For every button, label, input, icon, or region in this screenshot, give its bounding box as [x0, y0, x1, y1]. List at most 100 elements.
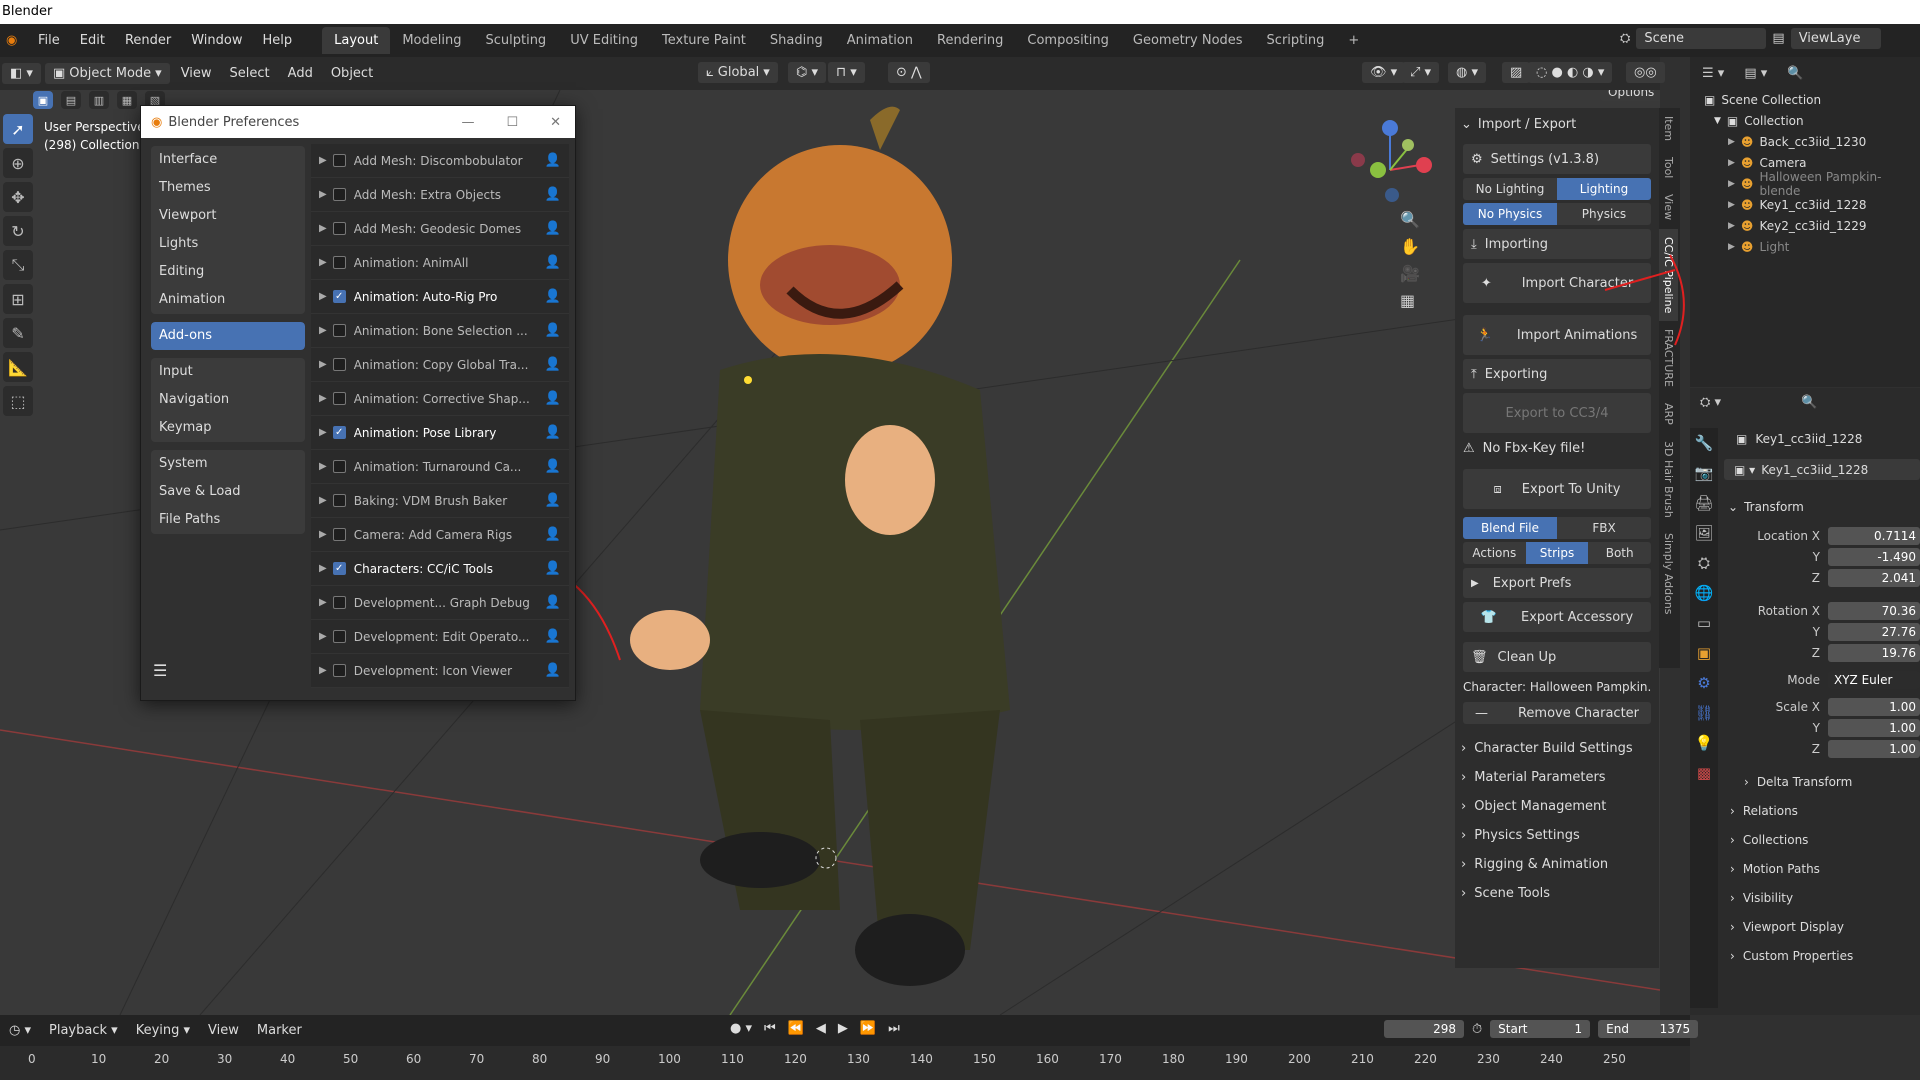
collection-props-icon[interactable]: ▭	[1690, 608, 1718, 638]
tab-shading[interactable]: Shading	[758, 27, 835, 54]
tab-sculpting[interactable]: Sculpting	[473, 27, 558, 54]
minimize-icon[interactable]: —	[461, 115, 474, 130]
property-section[interactable]: › Collections	[1724, 825, 1920, 854]
blender-logo-icon[interactable]: ◉	[0, 33, 28, 48]
section-character-build[interactable]: › Character Build Settings	[1455, 734, 1659, 763]
tab-layout[interactable]: Layout	[322, 27, 391, 54]
tab-arp[interactable]: ARP	[1659, 395, 1678, 433]
expand-triangle-icon[interactable]: ▶	[319, 359, 327, 370]
section-material-parameters[interactable]: › Material Parameters	[1455, 763, 1659, 792]
tab-rendering[interactable]: Rendering	[925, 27, 1015, 54]
rotation-x-field[interactable]: 70.36	[1828, 601, 1920, 620]
actions-option[interactable]: Actions	[1463, 542, 1526, 564]
property-section[interactable]: › Relations	[1724, 796, 1920, 825]
delta-transform-section[interactable]: › Delta Transform	[1724, 767, 1920, 796]
property-section[interactable]: › Visibility	[1724, 883, 1920, 912]
addon-checkbox[interactable]	[332, 664, 346, 677]
scene-field[interactable]: Scene	[1636, 28, 1767, 49]
expand-triangle-icon[interactable]: ▶	[319, 223, 327, 234]
addon-row[interactable]: ▶ Camera: Add Camera Rigs 👤	[311, 518, 569, 552]
addon-checkbox[interactable]: ✓	[332, 562, 346, 575]
addon-row[interactable]: ▶ Animation: Bone Selection ... 👤	[311, 314, 569, 348]
select-box-mode-icon[interactable]: ▣	[33, 91, 53, 109]
view-layer-props-icon[interactable]: 🖼	[1690, 518, 1718, 548]
nav-editing[interactable]: Editing	[151, 258, 305, 286]
gizmo-icon[interactable]: ⤢ ▾	[1402, 62, 1440, 83]
start-frame-field[interactable]: Start 1	[1490, 1020, 1591, 1038]
tab-simply-addons[interactable]: Simply Addons	[1659, 525, 1678, 623]
rotate-tool-icon[interactable]: ↻	[3, 216, 33, 246]
view-layer-icon[interactable]: ▤	[1772, 31, 1784, 46]
fbx-option[interactable]: FBX	[1557, 517, 1651, 539]
object-props-icon[interactable]: ▣	[1690, 638, 1718, 668]
pivot-icon[interactable]: ⌬ ▾	[788, 62, 827, 83]
transform-tool-icon[interactable]: ⊞	[3, 284, 33, 314]
menu-select[interactable]: Select	[221, 66, 279, 81]
tab-modeling[interactable]: Modeling	[390, 27, 473, 54]
play-icon[interactable]: ▶	[838, 1021, 848, 1036]
texture-props-icon[interactable]: ▩	[1690, 758, 1718, 788]
addon-checkbox[interactable]	[332, 358, 346, 371]
expand-triangle-icon[interactable]: ▶	[319, 291, 327, 302]
export-unity-button[interactable]: ⧈ Export To Unity	[1463, 469, 1651, 509]
rotation-z-field[interactable]: 19.76	[1828, 643, 1920, 662]
addon-checkbox[interactable]	[332, 460, 346, 473]
search-icon[interactable]: 🔍	[1787, 66, 1803, 81]
addon-checkbox[interactable]	[332, 528, 346, 541]
location-y-field[interactable]: -1.490	[1828, 547, 1920, 566]
cursor-tool-icon[interactable]: ⊕	[3, 148, 33, 178]
menu-view[interactable]: View	[172, 66, 221, 81]
addon-checkbox[interactable]	[332, 256, 346, 269]
lighting-option[interactable]: Lighting	[1557, 178, 1651, 200]
select-invert-icon[interactable]: ▦	[117, 91, 137, 109]
expand-triangle-icon[interactable]: ▶	[319, 665, 327, 676]
chevron-right-icon[interactable]: ▶	[1728, 242, 1735, 252]
menu-marker[interactable]: Marker	[248, 1023, 311, 1038]
chevron-right-icon[interactable]: ▶	[1728, 221, 1735, 231]
scene-icon[interactable]: ⛭	[1620, 31, 1630, 46]
nav-keymap[interactable]: Keymap	[151, 414, 305, 442]
search-icon[interactable]: 🔍	[1801, 395, 1817, 410]
end-frame-field[interactable]: End 1375	[1598, 1020, 1699, 1038]
nav-lights[interactable]: Lights	[151, 230, 305, 258]
constraint-props-icon[interactable]: ⛓	[1690, 698, 1718, 728]
scale-y-field[interactable]: 1.00	[1828, 718, 1920, 737]
scene-collection-row[interactable]: ▣ Scene Collection	[1690, 89, 1920, 110]
move-tool-icon[interactable]: ✥	[3, 182, 33, 212]
menu-add[interactable]: Add	[279, 66, 322, 81]
addon-row[interactable]: ▶ Add Mesh: Geodesic Domes 👤	[311, 212, 569, 246]
export-cc-button[interactable]: Export to CC3/4	[1463, 393, 1651, 433]
exporting-section[interactable]: ⤒ Exporting	[1463, 359, 1651, 389]
addon-checkbox[interactable]: ✓	[332, 290, 346, 303]
addon-checkbox[interactable]	[332, 596, 346, 609]
options-dropdown[interactable]: Options	[1600, 90, 1660, 101]
property-section[interactable]: › Motion Paths	[1724, 854, 1920, 883]
overlay-icon[interactable]: ◍ ▾	[1448, 62, 1487, 83]
menu-keying[interactable]: Keying ▾	[127, 1023, 199, 1038]
add-cube-tool-icon[interactable]: ⬚	[3, 386, 33, 416]
section-rigging-animation[interactable]: › Rigging & Animation	[1455, 850, 1659, 879]
outliner-item[interactable]: ▶ ☻ Light	[1690, 236, 1920, 257]
next-keyframe-icon[interactable]: ⏩	[860, 1021, 876, 1036]
tab-item[interactable]: Item	[1659, 108, 1678, 149]
expand-triangle-icon[interactable]: ▶	[319, 189, 327, 200]
select-subtract-icon[interactable]: ▥	[89, 91, 109, 109]
menu-object[interactable]: Object	[322, 66, 382, 81]
menu-timeline-view[interactable]: View	[199, 1023, 248, 1038]
data-props-icon[interactable]: 💡	[1690, 728, 1718, 758]
measure-tool-icon[interactable]: 📐	[3, 352, 33, 382]
clean-up-button[interactable]: 🗑 Clean Up	[1463, 642, 1651, 672]
record-icon[interactable]: ● ▾	[730, 1021, 752, 1036]
section-scene-tools[interactable]: › Scene Tools	[1455, 879, 1659, 908]
view-layer-field[interactable]: ViewLaye	[1790, 28, 1881, 49]
addon-checkbox[interactable]: ✓	[332, 426, 346, 439]
export-accessory-button[interactable]: 👕 Export Accessory	[1463, 602, 1651, 632]
camera-view-icon[interactable]: 🎥	[1400, 264, 1420, 283]
xray-icon[interactable]: ▨	[1502, 62, 1531, 83]
nav-system[interactable]: System	[151, 450, 305, 478]
tab-3d-hair-brush[interactable]: 3D Hair Brush	[1659, 433, 1678, 526]
jump-end-icon[interactable]: ⏭	[888, 1021, 900, 1036]
addon-row[interactable]: ▶ Animation: Copy Global Tra... 👤	[311, 348, 569, 382]
expand-triangle-icon[interactable]: ▶	[319, 257, 327, 268]
rotation-y-field[interactable]: 27.76	[1828, 622, 1920, 641]
